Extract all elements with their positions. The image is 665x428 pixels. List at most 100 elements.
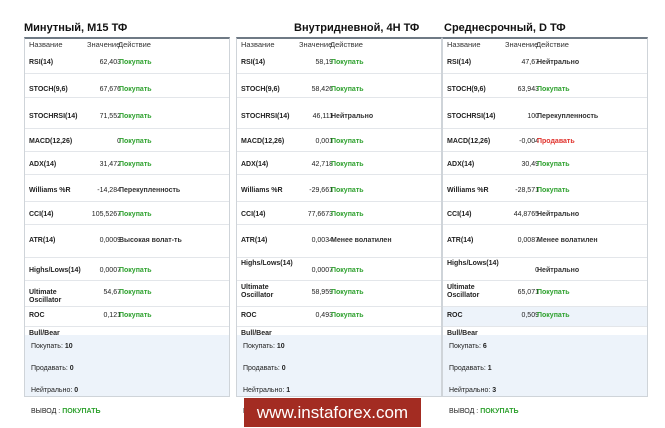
indicator-action: Перекупленность — [119, 187, 181, 194]
indicator-name: ROC — [447, 312, 463, 319]
indicator-value: -28,571 — [515, 187, 539, 194]
indicator-name: ADX(14) — [29, 161, 57, 168]
header-value: Значение — [505, 40, 539, 49]
table-row: RSI(14) 58,19 Покупать — [237, 51, 441, 74]
indicator-action: Покупать — [331, 289, 364, 296]
indicator-name: Ultimate Oscillator — [241, 284, 274, 299]
summary-sell-label: Продавать: — [31, 365, 68, 372]
header-name: Название — [447, 40, 481, 49]
indicator-action: Покупать — [119, 161, 152, 168]
table-header: Название Значение Действие — [443, 39, 647, 51]
table-row: Ultimate Oscillator 65,071 Покупать — [443, 281, 647, 307]
indicator-name: ROC — [241, 312, 257, 319]
summary-buy: Покупать: 6 — [449, 343, 487, 350]
indicator-name: MACD(12,26) — [29, 138, 73, 145]
table-row: ROC 0,121 Покупать — [25, 307, 229, 327]
indicator-name: Ultimate Oscillator — [29, 289, 62, 304]
summary-neutral-value: 0 — [74, 387, 79, 394]
header-name: Название — [29, 40, 63, 49]
summary-neutral: Нейтрально: 0 — [31, 387, 78, 394]
indicator-action: Покупать — [537, 86, 570, 93]
indicator-value: 71,552 — [99, 113, 121, 120]
summary-verdict-value: ПОКУПАТЬ — [480, 408, 519, 415]
summary-buy-value: 10 — [64, 343, 73, 350]
panel-title: Среднесрочный, D ТФ — [444, 22, 566, 34]
indicator-action: Покупать — [119, 312, 152, 319]
summary-block: Покупать: 10Продавать: 0Нейтрально: 1ВЫВ… — [237, 335, 441, 415]
table-row: Ultimate Oscillator 58,959 Покупать — [237, 281, 441, 307]
indicator-value: 77,6673 — [307, 211, 333, 218]
summary-buy-value: 6 — [482, 343, 487, 350]
summary-neutral: Нейтрально: 3 — [449, 387, 496, 394]
table-row: Highs/Lows(14) 0,0007 Покупать — [237, 258, 441, 281]
indicator-name: STOCHRSI(14) — [447, 113, 496, 120]
indicator-action: Покупать — [119, 211, 152, 218]
header-value: Значение — [299, 40, 333, 49]
table-row: MACD(12,26) 0,001 Покупать — [237, 129, 441, 152]
indicator-value: 63,943 — [517, 86, 539, 93]
indicator-name: Ultimate Oscillator — [447, 284, 480, 299]
indicator-action: Покупать — [331, 161, 364, 168]
indicator-name: ATR(14) — [447, 237, 474, 244]
indicator-action: Нейтрально — [331, 113, 374, 120]
table-row: Highs/Lows(14) 0 Нейтрально — [443, 258, 647, 281]
header-name: Название — [241, 40, 275, 49]
indicator-name: Highs/Lows(14) — [29, 267, 81, 274]
indicator-name: CCI(14) — [241, 211, 266, 218]
table-row: RSI(14) 47,67 Нейтрально — [443, 51, 647, 74]
watermark-banner: www.instaforex.com — [244, 398, 421, 427]
summary-buy-label: Покупать: — [31, 343, 63, 350]
indicator-action: Продавать — [537, 138, 575, 145]
summary-verdict: ВЫВОД : ПОКУПАТЬ — [449, 408, 519, 415]
indicator-action: Покупать — [119, 138, 152, 145]
indicator-action: Нейтрально — [537, 59, 580, 66]
table-row: STOCH(9,6) 58,426 Покупать — [237, 74, 441, 98]
indicator-name: MACD(12,26) — [241, 138, 285, 145]
indicator-value: 31,472 — [99, 161, 121, 168]
indicator-value: 58,959 — [311, 289, 333, 296]
indicator-name: STOCHRSI(14) — [241, 113, 290, 120]
table-row: Williams %R -28,571 Покупать — [443, 175, 647, 202]
table-row: STOCH(9,6) 63,943 Покупать — [443, 74, 647, 98]
table-row: CCI(14) 77,6673 Покупать — [237, 202, 441, 225]
indicator-action: Высокая волат-ть — [119, 237, 182, 244]
indicator-value: 0,0087 — [517, 237, 539, 244]
table-row: MACD(12,26) -0,004 Продавать — [443, 129, 647, 152]
table-row: ATR(14) 0,0087 Менее волатилен — [443, 225, 647, 258]
indicator-action: Нейтрально — [537, 267, 580, 274]
indicator-action: Покупать — [331, 187, 364, 194]
summary-neutral-label: Нейтрально: — [449, 387, 491, 394]
indicator-value: 58,426 — [311, 86, 333, 93]
indicator-value: 44,8765 — [513, 211, 539, 218]
indicator-action: Покупать — [331, 59, 364, 66]
table-row: ROC 0,493 Покупать — [237, 307, 441, 327]
table-row: STOCHRSI(14) 46,111 Нейтрально — [237, 98, 441, 129]
indicator-value: 42,718 — [311, 161, 333, 168]
table-row: ADX(14) 30,49 Покупать — [443, 152, 647, 175]
table-row: STOCHRSI(14) 71,552 Покупать — [25, 98, 229, 129]
indicator-value: 0,0007 — [99, 267, 121, 274]
table-row: STOCHRSI(14) 100 Перекупленность — [443, 98, 647, 129]
summary-neutral-label: Нейтрально: — [243, 387, 285, 394]
indicator-action: Перекупленность — [537, 113, 599, 120]
header-action: Действие — [536, 40, 569, 49]
table-row: Williams %R -29,661 Покупать — [237, 175, 441, 202]
summary-buy: Покупать: 10 — [31, 343, 73, 350]
table-row: Highs/Lows(14) 0,0007 Покупать — [25, 258, 229, 281]
indicator-table: Название Значение Действие RSI(14) 47,67 Нейт… — [442, 37, 648, 415]
indicator-value: 0,0009 — [99, 237, 121, 244]
summary-verdict: ВЫВОД : ПОКУПАТЬ — [31, 408, 101, 415]
indicator-table: Название Значение Действие RSI(14) 62,403 Пок… — [24, 37, 230, 415]
indicator-action: Покупать — [537, 289, 570, 296]
indicator-action: Покупать — [119, 86, 152, 93]
summary-buy-label: Покупать: — [449, 343, 481, 350]
indicator-value: 0,0007 — [311, 267, 333, 274]
indicator-action: Покупать — [537, 161, 570, 168]
indicator-action: Покупать — [331, 312, 364, 319]
indicator-name: Williams %R — [447, 187, 489, 194]
indicator-name: ATR(14) — [29, 237, 56, 244]
indicator-value: -29,661 — [309, 187, 333, 194]
summary-sell-label: Продавать: — [449, 365, 486, 372]
indicator-name: STOCH(9,6) — [241, 86, 280, 93]
indicator-table: Название Значение Действие RSI(14) 58,19 Поку… — [236, 37, 442, 415]
